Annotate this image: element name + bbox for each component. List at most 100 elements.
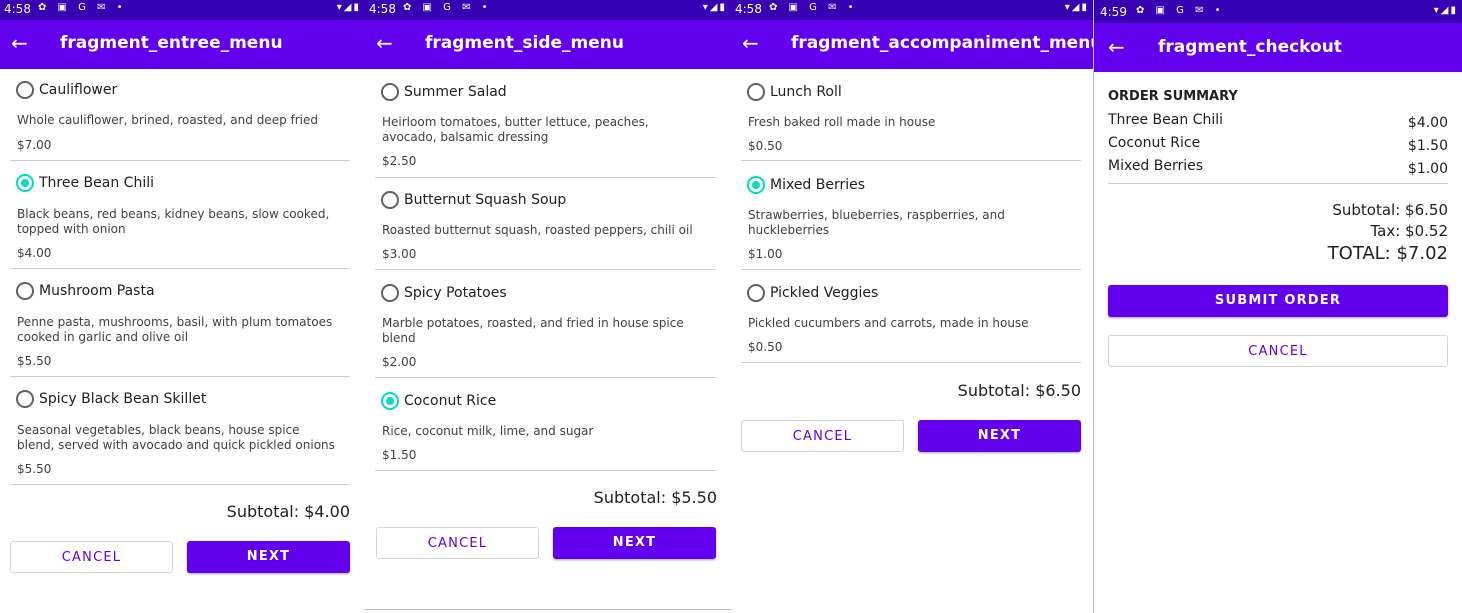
item-name: Butternut Squash Soup <box>404 192 567 208</box>
radio-button[interactable] <box>381 284 399 302</box>
app-bar: ← fragment_accompaniment_menu <box>731 20 1093 69</box>
notification-icons: ✿ ▣ G ✉ • <box>403 2 492 13</box>
status-bar: 4:59 ✿ ▣ G ✉ • ▾◢▮ <box>1094 0 1462 23</box>
item-description: Pickled cucumbers and carrots, made in h… <box>748 316 1029 330</box>
cancel-button[interactable]: CANCEL <box>376 527 539 559</box>
back-arrow-icon[interactable]: ← <box>376 31 396 55</box>
item-description: Fresh baked roll made in house <box>748 115 936 129</box>
item-description: Seasonal vegetables, black beans, house … <box>17 423 335 452</box>
item-price: $1.50 <box>382 448 417 462</box>
app-bar: ← fragment_entree_menu <box>0 20 365 69</box>
radio-button[interactable] <box>16 282 34 300</box>
summary-item-name: Mixed Berries <box>1108 158 1204 174</box>
item-description: Strawberries, blueberries, raspberries, … <box>748 208 1005 237</box>
summary-line: Mixed Berries $1.00 <box>1108 158 1448 178</box>
submit-order-button[interactable]: SUBMIT ORDER <box>1108 285 1448 317</box>
radio-button[interactable] <box>747 83 765 101</box>
app-bar: ← fragment_checkout <box>1094 23 1462 72</box>
back-arrow-icon[interactable]: ← <box>742 31 762 55</box>
side-menu-screen: 4:58 ✿ ▣ G ✉ • ▾◢▮ ← fragment_side_menu … <box>365 0 731 613</box>
item-price: $0.50 <box>748 340 783 354</box>
menu-item-pickled-veggies[interactable]: Pickled Veggies Pickled cucumbers and ca… <box>741 270 1081 363</box>
item-price: $1.00 <box>748 247 783 261</box>
radio-button[interactable] <box>747 284 765 302</box>
item-price: $3.00 <box>382 247 417 261</box>
menu-item-mixed-berries[interactable]: Mixed Berries Strawberries, blueberries,… <box>741 161 1081 270</box>
menu-item-three-bean-chili[interactable]: Three Bean Chili Black beans, red beans,… <box>10 161 350 269</box>
next-button[interactable]: NEXT <box>553 527 716 559</box>
order-summary-heading: ORDER SUMMARY <box>1108 89 1238 104</box>
menu-item-cauliflower[interactable]: Cauliflower Whole cauliflower, brined, r… <box>10 69 350 161</box>
summary-item-price: $4.00 <box>1407 115 1448 131</box>
checkout-screen: 4:59 ✿ ▣ G ✉ • ▾◢▮ ← fragment_checkout O… <box>1093 0 1462 613</box>
radio-button[interactable] <box>381 191 399 209</box>
radio-button[interactable] <box>16 81 34 99</box>
item-name: Coconut Rice <box>404 393 497 409</box>
item-name: Spicy Potatoes <box>404 285 507 301</box>
page-title: fragment_accompaniment_menu <box>791 33 1093 53</box>
item-name: Cauliflower <box>39 82 118 98</box>
item-name: Mushroom Pasta <box>39 283 155 299</box>
accompaniment-menu-screen: 4:58 ✿ ▣ G ✉ • ▾◢▮ ← fragment_accompanim… <box>731 0 1093 613</box>
status-time: 4:59 <box>1100 5 1127 19</box>
item-name: Mixed Berries <box>770 177 866 193</box>
app-bar: ← fragment_side_menu <box>365 20 731 69</box>
item-description: Roasted butternut squash, roasted pepper… <box>382 223 693 237</box>
item-price: $0.50 <box>748 139 783 153</box>
summary-line: Coconut Rice $1.50 <box>1108 135 1448 155</box>
next-button[interactable]: NEXT <box>187 541 350 573</box>
back-arrow-icon[interactable]: ← <box>11 31 31 55</box>
checkout-tax: Tax: $0.52 <box>1370 222 1448 240</box>
summary-item-name: Coconut Rice <box>1108 135 1201 151</box>
page-title: fragment_checkout <box>1158 37 1342 57</box>
item-name: Pickled Veggies <box>770 285 879 301</box>
page-title: fragment_entree_menu <box>60 33 283 53</box>
subtotal: Subtotal: $6.50 <box>957 381 1081 400</box>
menu-item-lunch-roll[interactable]: Lunch Roll Fresh baked roll made in hous… <box>741 69 1081 161</box>
status-bar: 4:58 ✿ ▣ G ✉ • ▾◢▮ <box>0 0 365 20</box>
item-description: Marble potatoes, roasted, and fried in h… <box>382 316 684 345</box>
menu-item-summer-salad[interactable]: Summer Salad Heirloom tomatoes, butter l… <box>375 69 716 178</box>
next-button[interactable]: NEXT <box>918 420 1081 452</box>
menu-item-coconut-rice[interactable]: Coconut Rice Rice, coconut milk, lime, a… <box>375 378 716 471</box>
summary-line: Three Bean Chili $4.00 <box>1108 112 1448 132</box>
status-time: 4:58 <box>4 2 31 16</box>
status-time: 4:58 <box>369 2 396 16</box>
radio-button[interactable] <box>381 83 399 101</box>
cancel-button[interactable]: CANCEL <box>741 420 904 452</box>
cancel-button[interactable]: CANCEL <box>1108 335 1448 367</box>
menu-item-mushroom-pasta[interactable]: Mushroom Pasta Penne pasta, mushrooms, b… <box>10 269 350 377</box>
notification-icons: ✿ ▣ G ✉ • <box>769 2 858 13</box>
subtotal: Subtotal: $4.00 <box>226 502 350 521</box>
item-price: $7.00 <box>17 138 52 152</box>
item-name: Lunch Roll <box>770 84 842 100</box>
menu-item-spicy-black-bean-skillet[interactable]: Spicy Black Bean Skillet Seasonal vegeta… <box>10 377 350 485</box>
divider <box>365 609 731 610</box>
cancel-button[interactable]: CANCEL <box>10 541 173 573</box>
back-arrow-icon[interactable]: ← <box>1108 35 1128 59</box>
status-time: 4:58 <box>735 2 762 16</box>
item-name: Three Bean Chili <box>39 175 154 191</box>
summary-item-name: Three Bean Chili <box>1108 112 1223 128</box>
signal-battery-icons: ▾◢▮ <box>336 2 361 13</box>
radio-button-selected[interactable] <box>16 174 34 192</box>
radio-button-selected[interactable] <box>747 176 765 194</box>
radio-button-selected[interactable] <box>381 392 399 410</box>
menu-item-spicy-potatoes[interactable]: Spicy Potatoes Marble potatoes, roasted,… <box>375 270 716 378</box>
item-description: Rice, coconut milk, lime, and sugar <box>382 424 594 438</box>
subtotal: Subtotal: $5.50 <box>593 488 717 507</box>
item-description: Heirloom tomatoes, butter lettuce, peach… <box>382 115 649 144</box>
item-price: $5.50 <box>17 354 52 368</box>
radio-button[interactable] <box>16 390 34 408</box>
status-bar: 4:58 ✿ ▣ G ✉ • ▾◢▮ <box>365 0 731 20</box>
item-description: Whole cauliflower, brined, roasted, and … <box>17 113 318 127</box>
signal-battery-icons: ▾◢▮ <box>1433 5 1458 16</box>
divider <box>1108 183 1448 184</box>
item-price: $2.00 <box>382 355 417 369</box>
menu-item-butternut-squash-soup[interactable]: Butternut Squash Soup Roasted butternut … <box>375 178 716 270</box>
page-title: fragment_side_menu <box>425 33 624 53</box>
item-price: $5.50 <box>17 462 52 476</box>
item-name: Spicy Black Bean Skillet <box>39 391 207 407</box>
notification-icons: ✿ ▣ G ✉ • <box>38 2 127 13</box>
summary-item-price: $1.50 <box>1407 138 1448 154</box>
